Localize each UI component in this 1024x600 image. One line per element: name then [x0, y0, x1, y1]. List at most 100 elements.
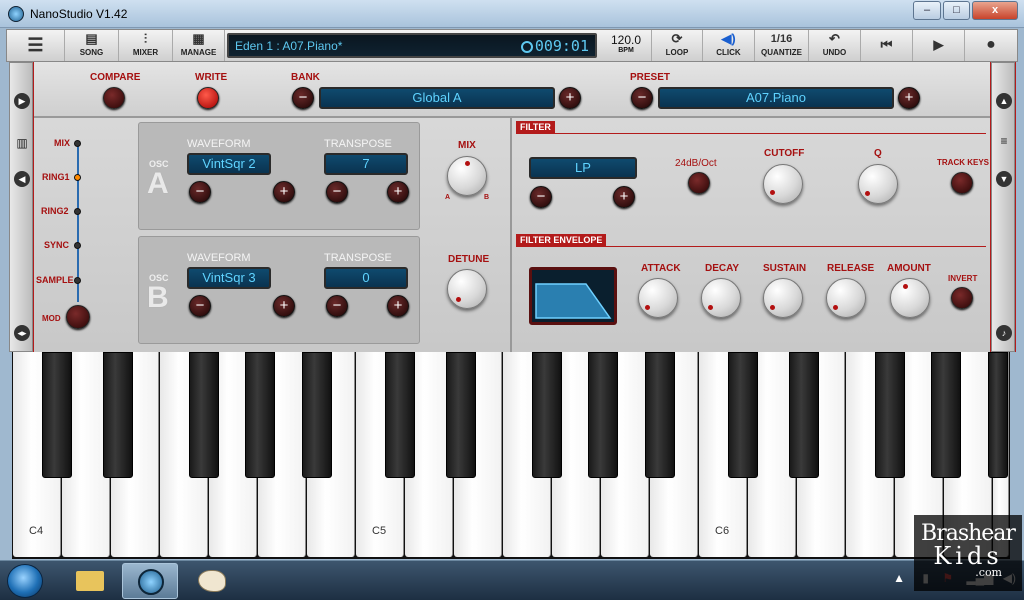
- sustain-knob[interactable]: [763, 278, 803, 318]
- decay-knob[interactable]: [701, 278, 741, 318]
- osc-b-waveform-display[interactable]: VintSqr 3: [187, 267, 271, 289]
- preset-prev-button[interactable]: −: [631, 87, 653, 109]
- resize-icon[interactable]: ◂▸: [14, 325, 30, 341]
- menu-button[interactable]: ☰: [7, 30, 65, 61]
- black-key[interactable]: [302, 352, 332, 478]
- track-keys-toggle[interactable]: [951, 172, 973, 194]
- osc-b-waveform-label: WAVEFORM: [187, 252, 251, 264]
- routing-ring1-option[interactable]: [74, 174, 81, 181]
- show-hidden-icon[interactable]: ▲: [893, 571, 905, 585]
- detune-knob-indicator: [456, 297, 461, 302]
- osc-b-waveform-prev-button[interactable]: −: [189, 295, 211, 317]
- black-key[interactable]: [988, 352, 1008, 478]
- key-label-c4: C4: [29, 525, 44, 537]
- black-key[interactable]: [42, 352, 72, 478]
- preset-display[interactable]: A07.Piano: [658, 87, 894, 109]
- black-key[interactable]: [446, 352, 476, 478]
- release-knob[interactable]: [826, 278, 866, 318]
- bank-prev-button[interactable]: −: [292, 87, 314, 109]
- osc-a-waveform-next-button[interactable]: +: [273, 181, 295, 203]
- window-titlebar[interactable]: NanoStudio V1.42 – □ x: [0, 0, 1024, 28]
- note-icon[interactable]: ♪: [996, 325, 1012, 341]
- black-key[interactable]: [103, 352, 133, 478]
- manage-button[interactable]: ▦ MANAGE: [173, 30, 225, 61]
- click-button[interactable]: ◀) CLICK: [703, 30, 755, 61]
- filter-type-display[interactable]: LP: [529, 157, 637, 179]
- play-button[interactable]: ▶: [913, 30, 965, 61]
- record-button[interactable]: ●: [965, 30, 1017, 61]
- start-button[interactable]: [7, 564, 43, 598]
- black-key[interactable]: [385, 352, 415, 478]
- mix-knob[interactable]: [447, 156, 487, 196]
- decay-label: DECAY: [705, 263, 740, 274]
- osc-b-transpose-up-button[interactable]: +: [387, 295, 409, 317]
- up-icon[interactable]: ▲: [996, 93, 1012, 109]
- black-key[interactable]: [931, 352, 961, 478]
- mod-button[interactable]: [66, 305, 90, 329]
- routing-mix-option[interactable]: [74, 140, 81, 147]
- cutoff-knob[interactable]: [763, 164, 803, 204]
- amount-knob[interactable]: [890, 278, 930, 318]
- explorer-taskbar-button[interactable]: [62, 563, 118, 599]
- black-key[interactable]: [588, 352, 618, 478]
- piano-keyboard[interactable]: C4 C5 C6: [12, 352, 1010, 559]
- q-knob[interactable]: [858, 164, 898, 204]
- filter-type-prev-button[interactable]: −: [530, 186, 552, 208]
- preset-next-button[interactable]: +: [898, 87, 920, 109]
- black-key[interactable]: [875, 352, 905, 478]
- song-time: 009:01: [534, 37, 589, 55]
- attack-knob[interactable]: [638, 278, 678, 318]
- nanostudio-taskbar-button[interactable]: [122, 563, 178, 599]
- osc-a-waveform-prev-button[interactable]: −: [189, 181, 211, 203]
- filter-type-next-button[interactable]: +: [613, 186, 635, 208]
- osc-b-transpose-display[interactable]: 0: [324, 267, 408, 289]
- paint-taskbar-button[interactable]: [184, 563, 240, 599]
- down-icon[interactable]: ▼: [996, 171, 1012, 187]
- manage-icon: ▦: [192, 31, 205, 46]
- bank-display[interactable]: Global A: [319, 87, 555, 109]
- bank-next-button[interactable]: +: [559, 87, 581, 109]
- osc-a-transpose-down-button[interactable]: −: [326, 181, 348, 203]
- prev-icon[interactable]: ◀: [14, 171, 30, 187]
- envelope-shape-icon: [535, 283, 612, 319]
- black-key[interactable]: [245, 352, 275, 478]
- song-button[interactable]: ▤ SONG: [65, 30, 119, 61]
- bpm-control[interactable]: 120.0 BPM: [603, 33, 649, 54]
- invert-toggle[interactable]: [951, 287, 973, 309]
- detune-knob[interactable]: [447, 269, 487, 309]
- quantize-button[interactable]: 1/16 QUANTIZE: [755, 30, 809, 61]
- minimize-button[interactable]: –: [913, 1, 941, 20]
- routing-sync-option[interactable]: [74, 242, 81, 249]
- mix-label: MIX: [458, 140, 476, 151]
- song-display[interactable]: Eden 1 : A07.Piano* 009:01: [227, 33, 597, 58]
- compare-button[interactable]: [103, 87, 125, 109]
- piano-icon[interactable]: ▥: [14, 135, 30, 151]
- synth-panel: COMPARE WRITE BANK − Global A + PRESET −…: [34, 62, 990, 352]
- decay-knob-indicator: [708, 305, 713, 310]
- release-label: RELEASE: [827, 263, 875, 274]
- osc-b-transpose-down-button[interactable]: −: [326, 295, 348, 317]
- mixer-button[interactable]: ⫶ MIXER: [119, 30, 173, 61]
- osc-b-waveform-next-button[interactable]: +: [273, 295, 295, 317]
- osc-a-transpose-display[interactable]: 7: [324, 153, 408, 175]
- loop-button[interactable]: ⟳ LOOP: [651, 30, 703, 61]
- close-button[interactable]: x: [972, 1, 1018, 20]
- list-icon[interactable]: ≡: [996, 133, 1012, 149]
- write-button[interactable]: [197, 87, 219, 109]
- black-key[interactable]: [189, 352, 219, 478]
- black-key[interactable]: [789, 352, 819, 478]
- routing-ring2-label: RING2: [41, 206, 69, 216]
- black-key[interactable]: [532, 352, 562, 478]
- maximize-button[interactable]: □: [943, 1, 970, 20]
- osc-a-waveform-display[interactable]: VintSqr 2: [187, 153, 271, 175]
- slope-toggle[interactable]: [688, 172, 710, 194]
- song-name: Eden 1 : A07.Piano*: [235, 39, 343, 53]
- black-key[interactable]: [728, 352, 758, 478]
- routing-ring2-option[interactable]: [74, 208, 81, 215]
- undo-button[interactable]: ↶ UNDO: [809, 30, 861, 61]
- next-icon[interactable]: ▶: [14, 93, 30, 109]
- skip-back-button[interactable]: ⏮: [861, 30, 913, 61]
- osc-a-transpose-up-button[interactable]: +: [387, 181, 409, 203]
- black-key[interactable]: [645, 352, 675, 478]
- routing-sample-option[interactable]: [74, 277, 81, 284]
